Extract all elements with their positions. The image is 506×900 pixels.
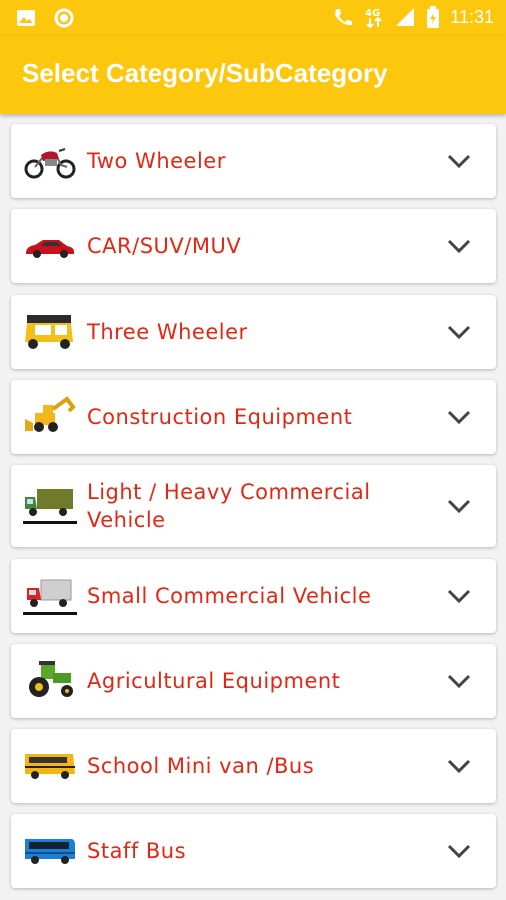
battery-icon bbox=[427, 6, 440, 28]
chevron-down-icon[interactable] bbox=[446, 238, 472, 254]
motorcycle-icon bbox=[24, 148, 76, 179]
category-label: CAR/SUV/MUV bbox=[87, 234, 242, 258]
school-bus-icon bbox=[25, 754, 75, 779]
chevron-down-icon[interactable] bbox=[446, 153, 472, 169]
category-label: Three Wheeler bbox=[87, 320, 248, 344]
category-item-agricultural-equipment[interactable]: Agricultural Equipment bbox=[11, 644, 496, 718]
clock: 11:31 bbox=[450, 6, 494, 27]
category-item-commercial-vehicle[interactable]: Light / Heavy Commercial Vehicle bbox=[11, 465, 496, 547]
status-bar: 4G 11:31 bbox=[0, 0, 506, 36]
circle-icon bbox=[54, 8, 74, 28]
category-item-two-wheeler[interactable]: Two Wheeler bbox=[11, 124, 496, 198]
chevron-down-icon[interactable] bbox=[446, 588, 472, 604]
category-label: Construction Equipment bbox=[87, 405, 353, 429]
category-label: Staff Bus bbox=[87, 839, 187, 863]
staff-bus-icon bbox=[25, 839, 75, 864]
app-bar: Select Category/SubCategory bbox=[0, 36, 506, 114]
chevron-down-icon[interactable] bbox=[446, 673, 472, 689]
truck-icon bbox=[23, 489, 77, 524]
chevron-down-icon[interactable] bbox=[446, 409, 472, 425]
car-icon bbox=[26, 240, 74, 258]
auto-rickshaw-icon bbox=[25, 315, 73, 349]
tractor-icon bbox=[29, 661, 73, 697]
4g-icon: 4G bbox=[365, 8, 382, 28]
chevron-down-icon[interactable] bbox=[446, 758, 472, 774]
category-label: Agricultural Equipment bbox=[87, 669, 341, 693]
category-item-small-commercial-vehicle[interactable]: Small Commercial Vehicle bbox=[11, 559, 496, 633]
category-item-construction-equipment[interactable]: Construction Equipment bbox=[11, 380, 496, 454]
small-truck-icon bbox=[23, 579, 77, 615]
category-label: Light / Heavy Commercial Vehicle bbox=[87, 480, 371, 532]
call-icon bbox=[335, 9, 353, 26]
category-item-school-bus[interactable]: School Mini van /Bus bbox=[11, 729, 496, 803]
category-label: School Mini van /Bus bbox=[87, 754, 315, 778]
chevron-down-icon[interactable] bbox=[446, 324, 472, 340]
signal-icon bbox=[396, 8, 415, 26]
category-label: Small Commercial Vehicle bbox=[87, 584, 372, 608]
category-item-car-suv-muv[interactable]: CAR/SUV/MUV bbox=[11, 209, 496, 283]
chevron-down-icon[interactable] bbox=[446, 498, 472, 514]
category-item-staff-bus[interactable]: Staff Bus bbox=[11, 814, 496, 888]
category-label: Two Wheeler bbox=[87, 149, 226, 173]
category-item-three-wheeler[interactable]: Three Wheeler bbox=[11, 295, 496, 369]
image-icon bbox=[17, 10, 35, 26]
chevron-down-icon[interactable] bbox=[446, 843, 472, 859]
page-title: Select Category/SubCategory bbox=[22, 58, 388, 88]
backhoe-loader-icon bbox=[25, 396, 76, 432]
